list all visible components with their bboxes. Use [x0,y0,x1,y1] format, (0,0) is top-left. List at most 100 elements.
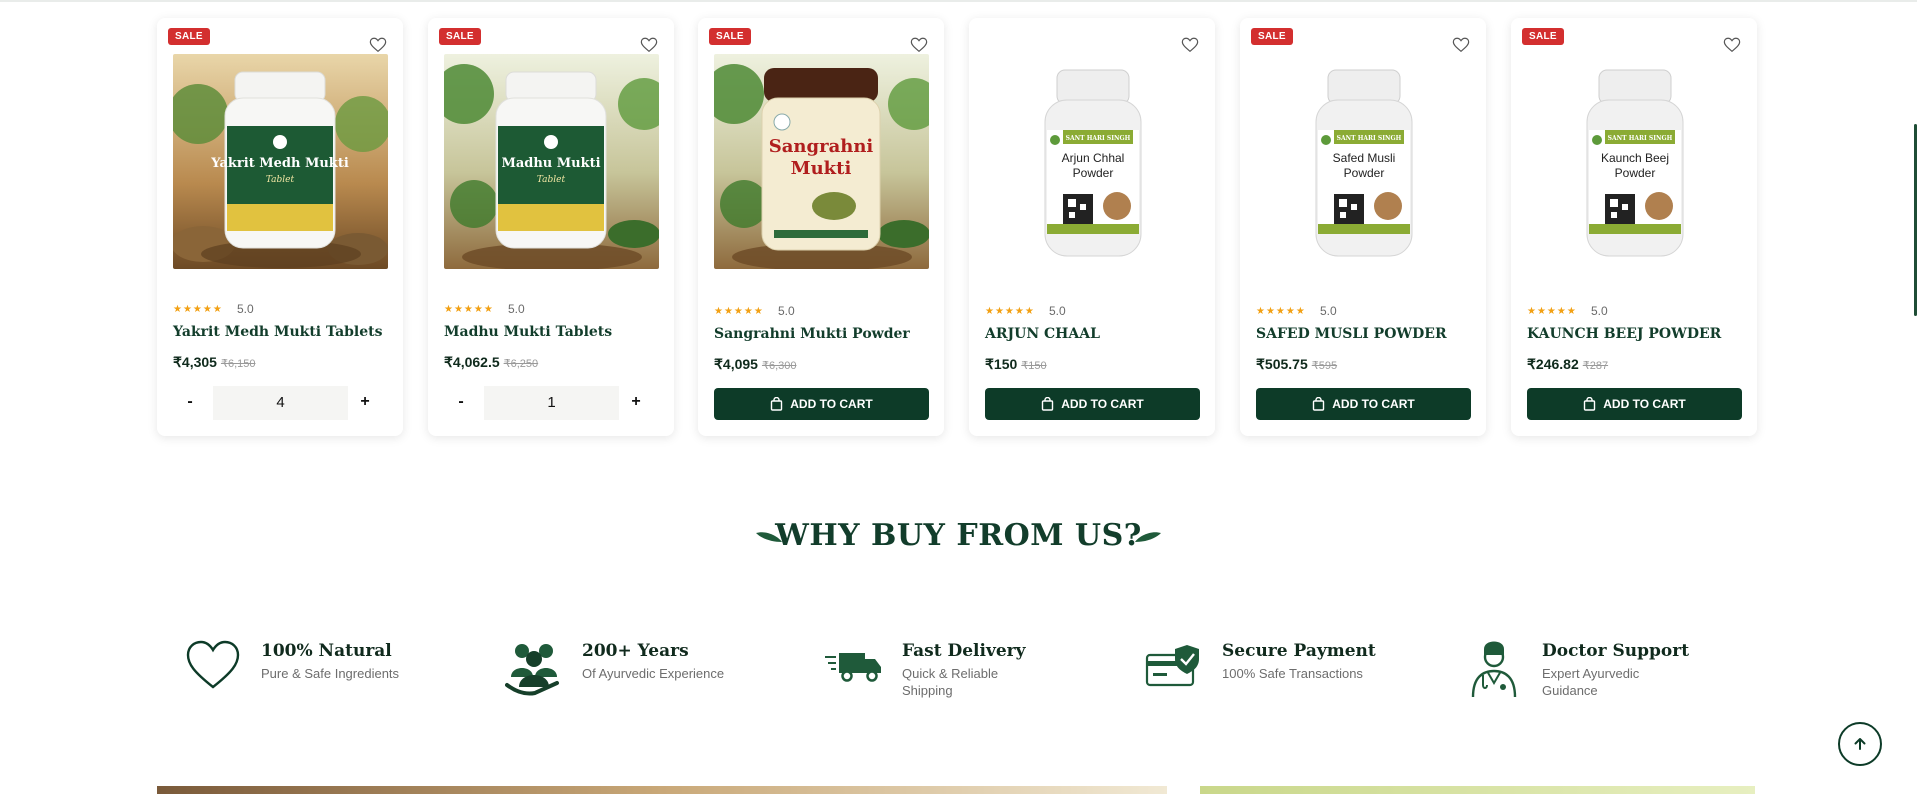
original-price: ₹6,150 [220,358,256,370]
feature-description: Of Ayurvedic Experience [582,666,725,681]
product-card[interactable]: SANT HARI SINGH Arjun Chhal Powder ★★★★★ 5.0… [969,18,1215,436]
feature-description: Quick & Reliable Shipping [902,666,999,698]
product-card[interactable]: SALE Sangrahni Mukti ★★★★★ 5.0 Sangrahni Mukt… [698,18,944,436]
arrow-up-icon [1854,738,1866,750]
add-to-cart-button[interactable]: ADD TO CART [1527,388,1742,420]
add-to-cart-button[interactable]: ADD TO CART [714,388,929,420]
current-price: ₹150 [985,356,1018,372]
wishlist-heart-icon[interactable] [910,36,928,54]
product-image[interactable]: SANT HARI SINGH Safed Musli Powder [1256,54,1471,269]
decrease-qty-button[interactable]: - [173,386,207,420]
feature-description: Pure & Safe Ingredients [261,666,400,681]
svg-text:Powder: Powder [1615,166,1656,180]
scroll-to-top-button[interactable] [1838,722,1882,766]
quantity-stepper: -4 + [173,386,388,420]
feature-description: Expert Ayurvedic Guidance [1542,666,1640,698]
add-to-cart-label: ADD TO CART [1332,397,1415,411]
wishlist-heart-icon[interactable] [1723,36,1741,54]
promo-banner-left[interactable] [157,786,1167,794]
product-card[interactable]: SALE SANT HARI SINGH Safed Musli Powder ★★★★… [1240,18,1486,436]
decrease-qty-button[interactable]: - [444,386,478,420]
secure-card-icon [1145,637,1203,699]
feature-title: 100% Natural [261,641,392,661]
product-grid: SALE Yakrit Medh Mukti Tablet ★★★★★ 5.0 Yakri… [157,18,1757,436]
product-name[interactable]: ARJUN CHAAL [985,326,1100,342]
svg-text:SANT HARI SINGH: SANT HARI SINGH [1337,135,1402,142]
feature-item: Secure Payment 100% Safe Transactions [1145,637,1445,707]
feature-title: Fast Delivery [902,641,1026,661]
current-price: ₹4,095 [714,356,758,372]
rating-stars-icon: ★★★★★ [1527,306,1577,317]
svg-text:SANT HARI SINGH: SANT HARI SINGH [1608,135,1673,142]
wishlist-heart-icon[interactable] [640,36,658,54]
product-price: ₹4,305 ₹6,150 [173,354,255,371]
product-name[interactable]: Madhu Mukti Tablets [444,324,612,340]
wishlist-heart-icon[interactable] [369,36,387,54]
feature-title: Doctor Support [1542,641,1690,661]
add-to-cart-label: ADD TO CART [1603,397,1686,411]
product-image[interactable]: SANT HARI SINGH Arjun Chhal Powder [985,54,1200,269]
doctor-icon [1465,637,1523,699]
original-price: ₹287 [1582,360,1609,372]
product-card[interactable]: SALE Madhu Mukti Tablet ★★★★★ 5.0 Madhu Mukti… [428,18,674,436]
product-name[interactable]: KAUNCH BEEJ POWDER [1527,326,1721,342]
quantity-input[interactable]: 4 [213,386,348,420]
svg-text:Sangrahni: Sangrahni [769,136,874,157]
svg-text:Powder: Powder [1073,166,1114,180]
product-card[interactable]: SALE SANT HARI SINGH Kaunch Beej Powder ★★★★… [1511,18,1757,436]
product-name[interactable]: Sangrahni Mukti Powder [714,326,910,342]
wishlist-heart-icon[interactable] [1181,36,1199,54]
feature-item: Doctor Support Expert Ayurvedic Guidance [1465,637,1765,707]
product-image[interactable]: SANT HARI SINGH Kaunch Beej Powder [1527,54,1742,269]
product-image[interactable]: Madhu Mukti Tablet [444,54,659,269]
feature-description: 100% Safe Transactions [1222,666,1363,681]
add-to-cart-label: ADD TO CART [1061,397,1144,411]
delivery-truck-icon [825,637,883,699]
heart-icon [184,637,242,699]
svg-text:Tablet: Tablet [537,175,566,185]
cart-bag-icon [1313,397,1325,411]
sale-badge: SALE [1522,28,1564,45]
quantity-input[interactable]: 1 [484,386,619,420]
feature-item: 100% Natural Pure & Safe Ingredients [184,637,484,707]
cart-bag-icon [771,397,783,411]
svg-text:Arjun Chhal: Arjun Chhal [1062,151,1125,165]
product-price: ₹150 ₹150 [985,356,1047,373]
product-price: ₹246.82 ₹287 [1527,356,1608,373]
sale-badge: SALE [439,28,481,45]
leaf-left-icon [756,532,782,542]
rating-value: 5.0 [1320,304,1337,318]
svg-text:Safed Musli: Safed Musli [1333,151,1396,165]
top-divider [0,0,1917,2]
leaf-right-icon [1135,532,1161,542]
product-image[interactable]: Sangrahni Mukti [714,54,929,269]
rating-stars-icon: ★★★★★ [714,306,764,317]
cart-bag-icon [1584,397,1596,411]
rating-stars-icon: ★★★★★ [985,306,1035,317]
sale-badge: SALE [1251,28,1293,45]
rating-value: 5.0 [508,302,525,316]
svg-text:Mukti: Mukti [791,158,852,179]
increase-qty-button[interactable]: + [619,386,653,420]
rating-value: 5.0 [1049,304,1066,318]
people-icon [505,637,563,699]
current-price: ₹246.82 [1527,356,1579,372]
add-to-cart-button[interactable]: ADD TO CART [1256,388,1471,420]
product-name[interactable]: SAFED MUSLI POWDER [1256,326,1447,342]
rating-value: 5.0 [1591,304,1608,318]
svg-text:Yakrit Medh Mukti: Yakrit Medh Mukti [210,156,349,171]
product-image[interactable]: Yakrit Medh Mukti Tablet [173,54,388,269]
rating-stars-icon: ★★★★★ [1256,306,1306,317]
svg-text:Powder: Powder [1344,166,1385,180]
current-price: ₹505.75 [1256,356,1308,372]
wishlist-heart-icon[interactable] [1452,36,1470,54]
svg-text:Kaunch Beej: Kaunch Beej [1601,151,1669,165]
add-to-cart-button[interactable]: ADD TO CART [985,388,1200,420]
original-price: ₹150 [1021,360,1047,372]
quantity-stepper: -1 + [444,386,659,420]
product-name[interactable]: Yakrit Medh Mukti Tablets [173,324,383,340]
product-price: ₹505.75 ₹595 [1256,356,1337,373]
promo-banner-right[interactable] [1200,786,1755,794]
product-card[interactable]: SALE Yakrit Medh Mukti Tablet ★★★★★ 5.0 Yakri… [157,18,403,436]
increase-qty-button[interactable]: + [348,386,382,420]
